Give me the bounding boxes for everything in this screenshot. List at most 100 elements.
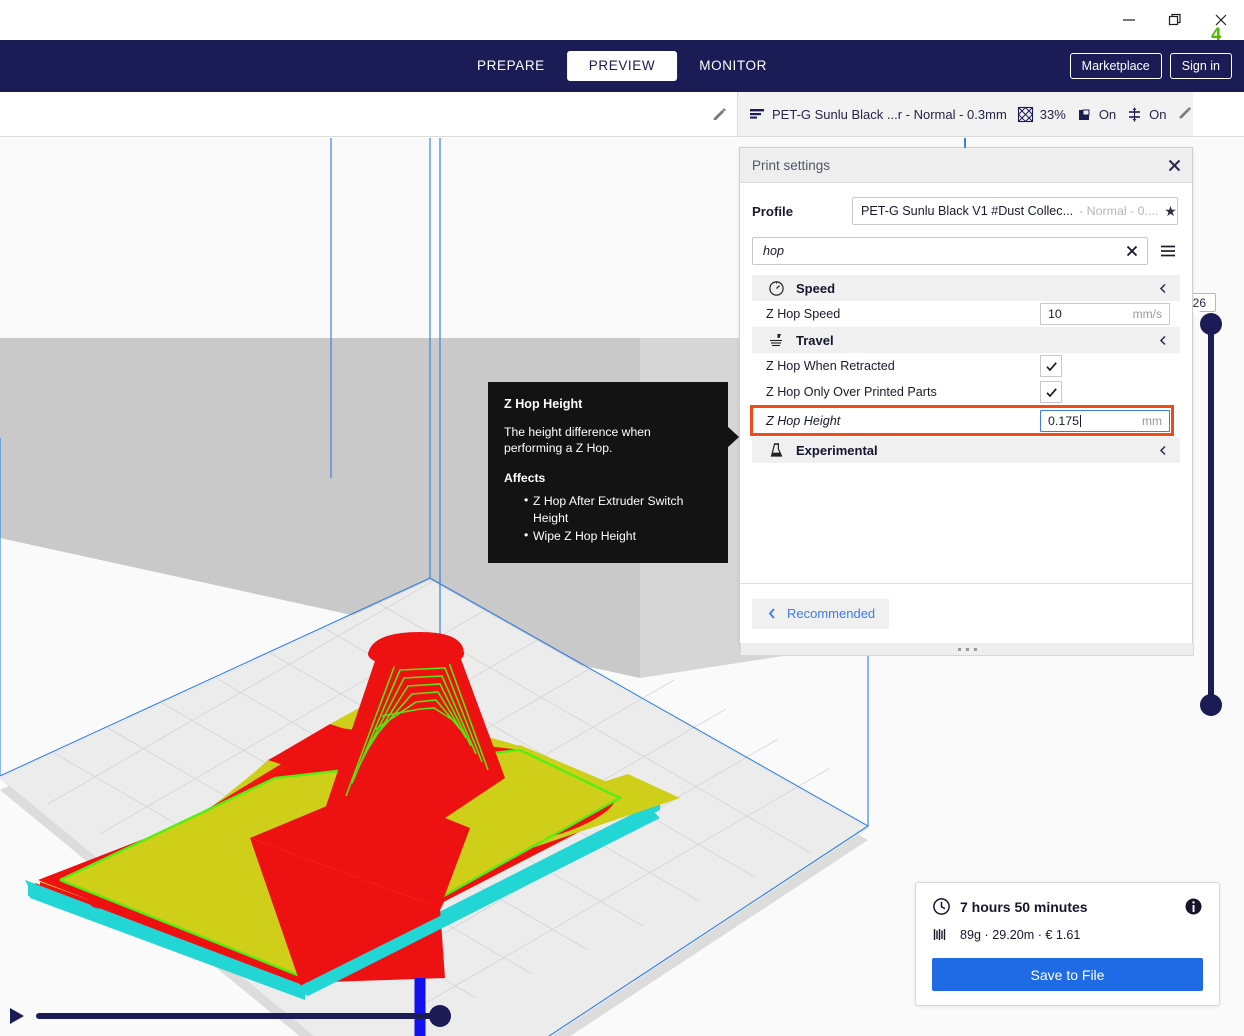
minimize-button[interactable] bbox=[1106, 0, 1152, 40]
profile-dropdown[interactable]: PET-G Sunlu Black V1 #Dust Collec... - N… bbox=[852, 197, 1178, 225]
setting-checkbox[interactable] bbox=[1040, 381, 1062, 403]
tooltip-title: Z Hop Height bbox=[504, 397, 583, 411]
setting-label: Z Hop Speed bbox=[766, 307, 841, 321]
tooltip-affects-list: Z Hop After Extruder Switch Height Wipe … bbox=[504, 492, 712, 544]
material-usage-row: 89g · 29.20m · € 1.61 bbox=[932, 925, 1203, 944]
setting-row-z-hop-height[interactable]: Z Hop Height 0.175 mm bbox=[752, 405, 1180, 436]
stage-tabs: PREPARE PREVIEW MONITOR bbox=[455, 51, 789, 81]
save-to-file-button[interactable]: Save to File bbox=[932, 958, 1203, 991]
setting-label: Z Hop Only Over Printed Parts bbox=[766, 385, 937, 399]
category-label: Travel bbox=[796, 332, 834, 348]
nav-right-group: Marketplace Sign in bbox=[1069, 53, 1232, 79]
setting-checkbox[interactable] bbox=[1040, 355, 1062, 377]
marketplace-button[interactable]: Marketplace bbox=[1069, 53, 1162, 79]
print-job-info-card: 7 hours 50 minutes 89g · 29.20m · € 1.61… bbox=[915, 882, 1220, 1006]
setting-value: 0.175 bbox=[1048, 413, 1082, 428]
print-time-row: 7 hours 50 minutes bbox=[932, 897, 1203, 916]
support-blocker-icon bbox=[1078, 109, 1090, 120]
setting-input[interactable]: 10 mm/s bbox=[1040, 303, 1170, 325]
tab-prepare[interactable]: PREPARE bbox=[455, 51, 567, 81]
layer-slider[interactable]: 326 bbox=[1176, 290, 1227, 735]
cura-application-window: 4 PREPARE PREVIEW MONITOR Marketplace Si… bbox=[0, 0, 1244, 1036]
settings-list: Speed Z Hop Speed 10 mm/s Travel Z Hop W… bbox=[740, 275, 1192, 463]
search-input[interactable] bbox=[763, 244, 1125, 258]
check-icon bbox=[1045, 361, 1057, 371]
star-icon[interactable]: ★ bbox=[1164, 203, 1177, 220]
adhesion-icon bbox=[1129, 107, 1141, 121]
setting-tooltip: Z Hop Height The height difference when … bbox=[488, 382, 739, 563]
layer-slider-track[interactable] bbox=[1208, 324, 1214, 716]
pencil-icon bbox=[713, 107, 726, 120]
settings-visibility-menu-icon[interactable] bbox=[1156, 242, 1180, 260]
path-slider-track[interactable] bbox=[36, 1005, 451, 1027]
flask-icon bbox=[766, 442, 786, 459]
infill-config[interactable]: 33% bbox=[1017, 106, 1066, 123]
chevron-left-icon[interactable] bbox=[1157, 444, 1170, 457]
path-playback-bar bbox=[0, 996, 745, 1036]
setting-row-z-hop-when-retracted[interactable]: Z Hop When Retracted bbox=[752, 353, 1180, 379]
setting-row-z-hop-speed[interactable]: Z Hop Speed 10 mm/s bbox=[752, 301, 1180, 327]
chevron-left-icon[interactable] bbox=[1157, 334, 1170, 347]
setting-label: Z Hop Height bbox=[766, 413, 841, 428]
tab-monitor[interactable]: MONITOR bbox=[677, 51, 789, 81]
setting-unit: mm bbox=[1142, 413, 1162, 428]
info-icon[interactable] bbox=[1184, 897, 1203, 916]
profile-label: Profile bbox=[752, 203, 794, 219]
checkbox-column bbox=[1040, 381, 1170, 403]
window-titlebar bbox=[0, 0, 1244, 40]
print-settings-body: Profile PET-G Sunlu Black V1 #Dust Colle… bbox=[740, 183, 1192, 583]
tooltip-affects-item: Wipe Z Hop Height bbox=[524, 527, 712, 544]
setting-input[interactable]: 0.175 mm bbox=[1040, 409, 1170, 432]
config-edit-button[interactable] bbox=[1177, 106, 1193, 122]
play-button[interactable] bbox=[8, 1006, 26, 1026]
print-settings-title: Print settings bbox=[752, 157, 831, 173]
grip-dot bbox=[965, 647, 969, 651]
sign-in-button[interactable]: Sign in bbox=[1169, 53, 1232, 79]
panel-resize-grip[interactable] bbox=[740, 643, 1194, 656]
speedometer-icon bbox=[766, 280, 786, 297]
chevron-left-icon bbox=[768, 608, 775, 619]
category-travel[interactable]: Travel bbox=[752, 327, 1180, 353]
recommended-label: Recommended bbox=[787, 606, 876, 621]
tooltip-arrow bbox=[727, 426, 739, 448]
profile-suffix: - Normal - 0.... bbox=[1079, 204, 1159, 218]
tooltip-affects-label: Affects bbox=[504, 470, 546, 485]
material-config[interactable]: PET-G Sunlu Black ...r - Normal - 0.3mm bbox=[748, 105, 1007, 123]
material-layers-icon bbox=[750, 109, 764, 119]
layer-slider-lower-handle[interactable] bbox=[1200, 694, 1222, 716]
category-speed[interactable]: Speed bbox=[752, 275, 1180, 301]
setting-value: 10 bbox=[1048, 307, 1062, 321]
tab-preview[interactable]: PREVIEW bbox=[566, 51, 678, 81]
setting-row-z-hop-only-over-printed-parts[interactable]: Z Hop Only Over Printed Parts bbox=[752, 379, 1180, 405]
path-slider-handle[interactable] bbox=[429, 1005, 451, 1027]
restore-button[interactable] bbox=[1152, 0, 1198, 40]
highlighted-setting-wrapper: Z Hop Height 0.175 mm bbox=[740, 405, 1192, 436]
panel-connector-line bbox=[964, 138, 966, 148]
checkbox-column bbox=[1040, 355, 1170, 377]
filament-spool-icon bbox=[933, 929, 946, 940]
infill-value: 33% bbox=[1039, 106, 1066, 122]
machine-configuration-strip[interactable]: PET-G Sunlu Black ...r - Normal - 0.3mm … bbox=[738, 92, 1193, 137]
profile-row: Profile PET-G Sunlu Black V1 #Dust Colle… bbox=[740, 183, 1192, 225]
travel-nozzle-icon bbox=[766, 332, 786, 349]
play-icon bbox=[10, 1008, 24, 1024]
recommended-mode-button[interactable]: Recommended bbox=[752, 598, 890, 629]
tooltip-description: The height difference when performing a … bbox=[504, 425, 651, 456]
close-icon[interactable] bbox=[1167, 158, 1182, 173]
search-box[interactable] bbox=[752, 237, 1148, 265]
pencil-icon bbox=[1178, 107, 1191, 119]
clock-icon bbox=[933, 898, 950, 915]
open-file-edit-button[interactable] bbox=[706, 102, 732, 128]
support-config[interactable]: On bbox=[1076, 106, 1116, 123]
print-time-value: 7 hours 50 minutes bbox=[960, 898, 1088, 915]
adhesion-config[interactable]: On bbox=[1126, 106, 1167, 123]
chevron-left-icon[interactable] bbox=[1157, 282, 1170, 295]
print-settings-footer: Recommended bbox=[740, 583, 1192, 643]
material-profile-text: PET-G Sunlu Black ...r - Normal - 0.3mm bbox=[772, 106, 1007, 122]
category-experimental[interactable]: Experimental bbox=[752, 437, 1180, 463]
clear-search-icon[interactable] bbox=[1125, 244, 1139, 258]
grip-dot bbox=[973, 647, 977, 651]
print-settings-panel: Print settings Profile PET-G Sunlu Black… bbox=[739, 138, 1194, 656]
layer-slider-upper-handle[interactable] bbox=[1200, 313, 1222, 335]
category-label: Speed bbox=[796, 280, 836, 296]
